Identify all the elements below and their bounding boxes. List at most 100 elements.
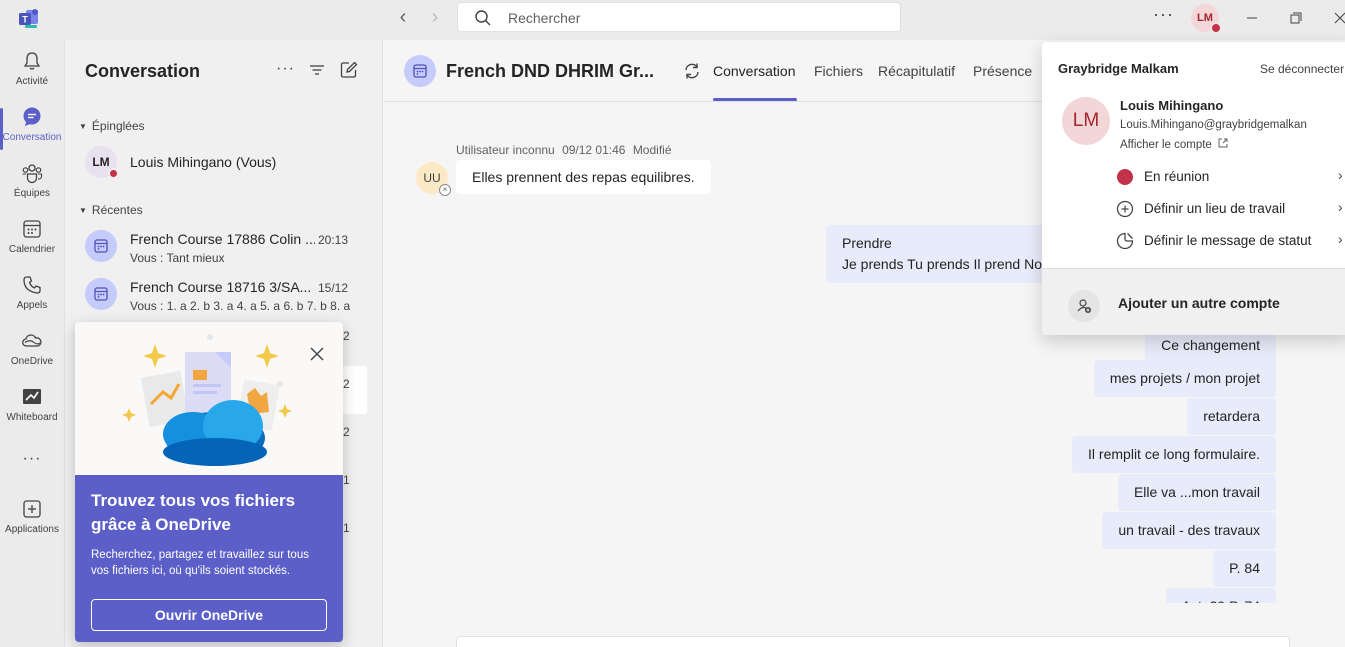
- chevron-right-icon: ›: [1338, 231, 1343, 247]
- rail-item-activity[interactable]: Activité: [0, 50, 64, 106]
- tab-conversation[interactable]: Conversation: [713, 63, 796, 79]
- message-bubble-own[interactable]: un travail - des travaux: [1102, 512, 1276, 549]
- message-line: Prendre: [842, 235, 892, 251]
- account-flyout: Graybridge Malkam Se déconnecter LM Loui…: [1042, 42, 1345, 335]
- close-window-icon[interactable]: [1330, 8, 1345, 28]
- chat-icon: [23, 107, 41, 126]
- message-date: 09/12 01:46: [562, 143, 626, 157]
- list-more-button[interactable]: ···: [276, 60, 296, 80]
- compose-box[interactable]: [456, 636, 1290, 647]
- user-email: Louis.Mihingano@graybridgemalkan: [1120, 119, 1307, 131]
- status-message-label: Définir le message de statut: [1144, 233, 1312, 248]
- add-account-label: Ajouter un autre compte: [1118, 295, 1280, 311]
- chat-name: Louis Mihingano (Vous): [130, 154, 277, 170]
- section-pinned[interactable]: ▼ Épinglées: [79, 119, 145, 133]
- promo-text: Recherchez, partagez et travaillez sur t…: [91, 549, 309, 577]
- minimize-icon[interactable]: [1242, 8, 1262, 28]
- message-line: Je prends Tu prends Il prend Nou: [842, 256, 1050, 272]
- tab-recap[interactable]: Récapitulatif: [878, 63, 955, 79]
- message-bubble[interactable]: Elles prennent des repas equilibres.: [456, 160, 711, 194]
- tab-attendance[interactable]: Présence: [973, 63, 1032, 79]
- search-input[interactable]: [508, 8, 888, 28]
- profile-avatar-button[interactable]: LM: [1191, 4, 1221, 33]
- rail-item-whiteboard[interactable]: Whiteboard: [0, 386, 64, 442]
- message-bubble-own[interactable]: Elle va ...mon travail: [1117, 474, 1276, 511]
- search-box[interactable]: [457, 2, 901, 32]
- caret-down-icon: ▼: [79, 206, 87, 215]
- chat-time-peek: 2: [343, 329, 350, 343]
- work-location-menu-item[interactable]: Définir un lieu de travail ›: [1116, 197, 1345, 221]
- rail-item-apps[interactable]: Applications: [0, 498, 64, 554]
- teams-logo-icon[interactable]: T: [18, 7, 40, 29]
- open-onedrive-button[interactable]: Ouvrir OneDrive: [91, 599, 327, 631]
- rail-item-chat[interactable]: Conversation: [0, 106, 64, 162]
- rail-label: Activité: [15, 76, 49, 87]
- chat-time: 15/12: [317, 281, 348, 295]
- message-bubble-own[interactable]: retardera: [1187, 398, 1276, 435]
- rail-item-onedrive[interactable]: OneDrive: [0, 330, 64, 386]
- location-icon: [1116, 200, 1134, 218]
- busy-status-icon: [108, 168, 119, 179]
- status-menu-item[interactable]: En réunion ›: [1116, 165, 1345, 189]
- external-link-icon: [1218, 138, 1228, 148]
- message-bubble-own[interactable]: mes projets / mon projet: [1093, 360, 1276, 397]
- section-recent[interactable]: ▼ Récentes: [79, 203, 143, 217]
- close-icon[interactable]: [309, 346, 325, 362]
- rail-label: Équipes: [13, 188, 51, 199]
- onedrive-illustration-icon: [122, 334, 292, 466]
- rail-item-more[interactable]: ···: [0, 450, 64, 474]
- message-bubble-own[interactable]: P. 84: [1213, 550, 1276, 587]
- search-icon: [475, 10, 491, 26]
- calendar-icon: [94, 239, 108, 253]
- message-bubble-own[interactable]: Prendre Je prends Tu prends Il prend Nou: [826, 225, 1056, 283]
- work-location-label: Définir un lieu de travail: [1144, 201, 1286, 216]
- user-name: Louis Mihingano: [1120, 98, 1224, 113]
- meeting-avatar: [85, 230, 117, 262]
- sign-out-link[interactable]: Se déconnecter: [1260, 62, 1344, 76]
- message-author: Utilisateur inconnu: [456, 143, 555, 157]
- more-icon: ···: [22, 450, 42, 467]
- message-bubble-own[interactable]: Act. 39 P. 74: [1165, 588, 1276, 603]
- chat-item-french-18716[interactable]: French Course 18716 3/SA... 15/12 Vous :…: [65, 272, 382, 318]
- back-arrow-icon[interactable]: ‹: [393, 7, 413, 28]
- calendar-icon: [413, 64, 427, 78]
- chat-item-french-17886[interactable]: French Course 17886 Colin ... 20:13 Vous…: [65, 224, 382, 270]
- chat-item-self[interactable]: LM Louis Mihingano (Vous): [65, 140, 382, 186]
- add-app-icon: [23, 500, 41, 518]
- channel-title: French DND DHRIM Gr...: [446, 61, 655, 81]
- phone-icon: [23, 276, 41, 294]
- view-account-link[interactable]: Afficher le compte: [1120, 138, 1228, 151]
- message-edited: Modifié: [632, 143, 672, 157]
- svg-text:T: T: [22, 15, 28, 25]
- list-title: Conversation: [85, 61, 201, 81]
- forward-arrow-icon[interactable]: ›: [425, 7, 445, 28]
- unknown-status-icon: ×: [439, 184, 451, 196]
- rail-item-calendar[interactable]: Calendrier: [0, 218, 64, 274]
- message-bubble-own[interactable]: Il remplit ce long formulaire.: [1072, 436, 1276, 473]
- rail-item-teams[interactable]: Équipes: [0, 162, 64, 218]
- avatar: LM: [85, 146, 119, 179]
- add-account-button[interactable]: Ajouter un autre compte: [1042, 268, 1345, 335]
- onedrive-illustration: [75, 322, 343, 475]
- settings-more-button[interactable]: ···: [1153, 4, 1174, 25]
- organization-name: Graybridge Malkam: [1058, 61, 1179, 76]
- chat-time-peek: 2: [343, 425, 350, 439]
- sync-icon[interactable]: [682, 61, 702, 81]
- rail-label: Calendrier: [8, 244, 56, 255]
- onedrive-promo-popup: Trouvez tous vos fichiers grâce à OneDri…: [75, 322, 343, 642]
- restore-icon[interactable]: [1286, 8, 1306, 28]
- new-chat-icon[interactable]: [339, 60, 359, 80]
- chat-time-peek: 2: [343, 377, 350, 391]
- chat-name: French Course 17886 Colin ...: [130, 231, 315, 247]
- title-bar: T ‹ › ··· LM: [0, 0, 1345, 40]
- rail-label: Appels: [16, 300, 48, 311]
- caret-down-icon: ▼: [79, 122, 87, 131]
- rail-item-calls[interactable]: Appels: [0, 274, 64, 330]
- chat-time: 20:13: [317, 233, 348, 247]
- tab-files[interactable]: Fichiers: [814, 63, 863, 79]
- rail-label: Applications: [5, 524, 59, 535]
- status-message-menu-item[interactable]: Définir le message de statut ›: [1116, 229, 1345, 253]
- filter-icon[interactable]: [307, 60, 327, 80]
- chat-name: French Course 18716 3/SA...: [130, 279, 312, 295]
- calendar-icon: [94, 287, 108, 301]
